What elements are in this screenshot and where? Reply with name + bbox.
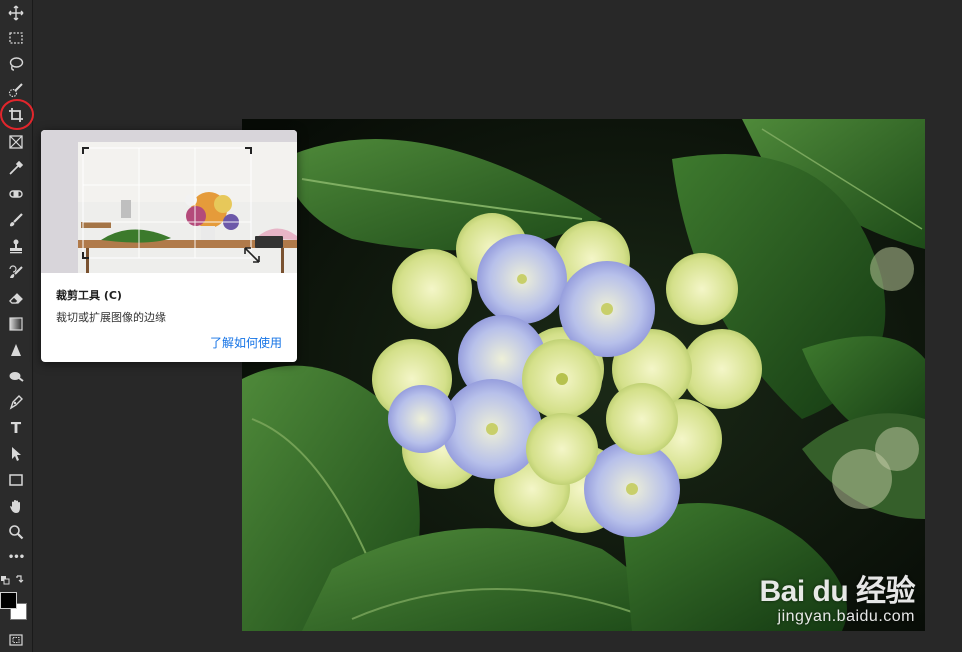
- hydrangea-photo: [242, 119, 925, 631]
- quick-mask-mode[interactable]: [5, 630, 27, 650]
- lasso-tool[interactable]: [5, 54, 27, 74]
- move-icon: [8, 5, 24, 21]
- crop-preview-illustration: [41, 130, 297, 273]
- watermark-brand: Bai du 经验: [759, 575, 915, 608]
- type-tool[interactable]: T: [5, 418, 27, 438]
- quick-selection-tool[interactable]: [5, 80, 27, 100]
- triangle-icon: [11, 344, 21, 356]
- default-colors-icon: [1, 575, 24, 585]
- dodge-tool[interactable]: [5, 366, 27, 386]
- tooltip-preview-image: [41, 130, 297, 273]
- clone-stamp-tool[interactable]: [5, 236, 27, 256]
- quick-select-icon: [8, 83, 23, 98]
- pen-tool[interactable]: [5, 392, 27, 412]
- history-brush-tool[interactable]: [5, 262, 27, 282]
- foreground-color-swatch[interactable]: [0, 592, 17, 609]
- hand-icon: [10, 500, 20, 513]
- lasso-icon: [9, 57, 24, 71]
- tools-panel: T •••: [0, 0, 34, 652]
- frame-icon: [9, 135, 23, 149]
- brush-tool[interactable]: [5, 210, 27, 230]
- ellipsis-icon: •••: [7, 552, 25, 563]
- move-tool[interactable]: [5, 3, 27, 23]
- history-brush-icon: [9, 265, 23, 278]
- brush-icon: [10, 213, 23, 227]
- spot-healing-tool[interactable]: [5, 184, 27, 204]
- eraser-tool[interactable]: [5, 288, 27, 308]
- baidu-watermark: Bai du 经验 jingyan.baidu.com: [759, 577, 915, 627]
- path-selection-tool[interactable]: [5, 444, 27, 464]
- rect-marquee-icon: [9, 32, 23, 44]
- swap-colors[interactable]: [0, 572, 30, 588]
- pen-icon: [9, 395, 23, 410]
- type-icon: T: [10, 418, 22, 437]
- hand-tool[interactable]: [5, 496, 27, 516]
- eyedropper-icon: [9, 160, 24, 175]
- sharpen-tool[interactable]: [5, 340, 27, 360]
- quick-mask-icon: [9, 634, 23, 646]
- tooltip-title: 裁剪工具 (C): [56, 289, 122, 302]
- stamp-icon: [10, 239, 22, 254]
- arrow-icon: [12, 447, 21, 461]
- eyedropper-tool[interactable]: [5, 158, 27, 178]
- gradient-icon: [9, 317, 23, 331]
- watermark-url: jingyan.baidu.com: [777, 608, 915, 625]
- more-tools[interactable]: •••: [5, 548, 27, 568]
- zoom-tool[interactable]: [5, 522, 27, 542]
- dodge-icon: [9, 372, 24, 382]
- rectangle-tool[interactable]: [5, 470, 27, 490]
- magnifier-icon: [9, 525, 24, 540]
- crop-tool-highlight-ring: [0, 99, 34, 130]
- bandage-icon: [9, 190, 23, 198]
- marquee-tool[interactable]: [5, 28, 27, 48]
- crop-tool-tooltip: 裁剪工具 (C) 裁切或扩展图像的边缘 了解如何使用: [41, 130, 297, 362]
- learn-how-link[interactable]: 了解如何使用: [210, 334, 282, 351]
- gradient-tool[interactable]: [5, 314, 27, 334]
- document-canvas-image[interactable]: Bai du 经验 jingyan.baidu.com: [242, 119, 925, 631]
- eraser-icon: [9, 293, 23, 304]
- tooltip-description: 裁切或扩展图像的边缘: [56, 311, 166, 324]
- rectangle-icon: [9, 474, 23, 486]
- frame-tool[interactable]: [5, 132, 27, 152]
